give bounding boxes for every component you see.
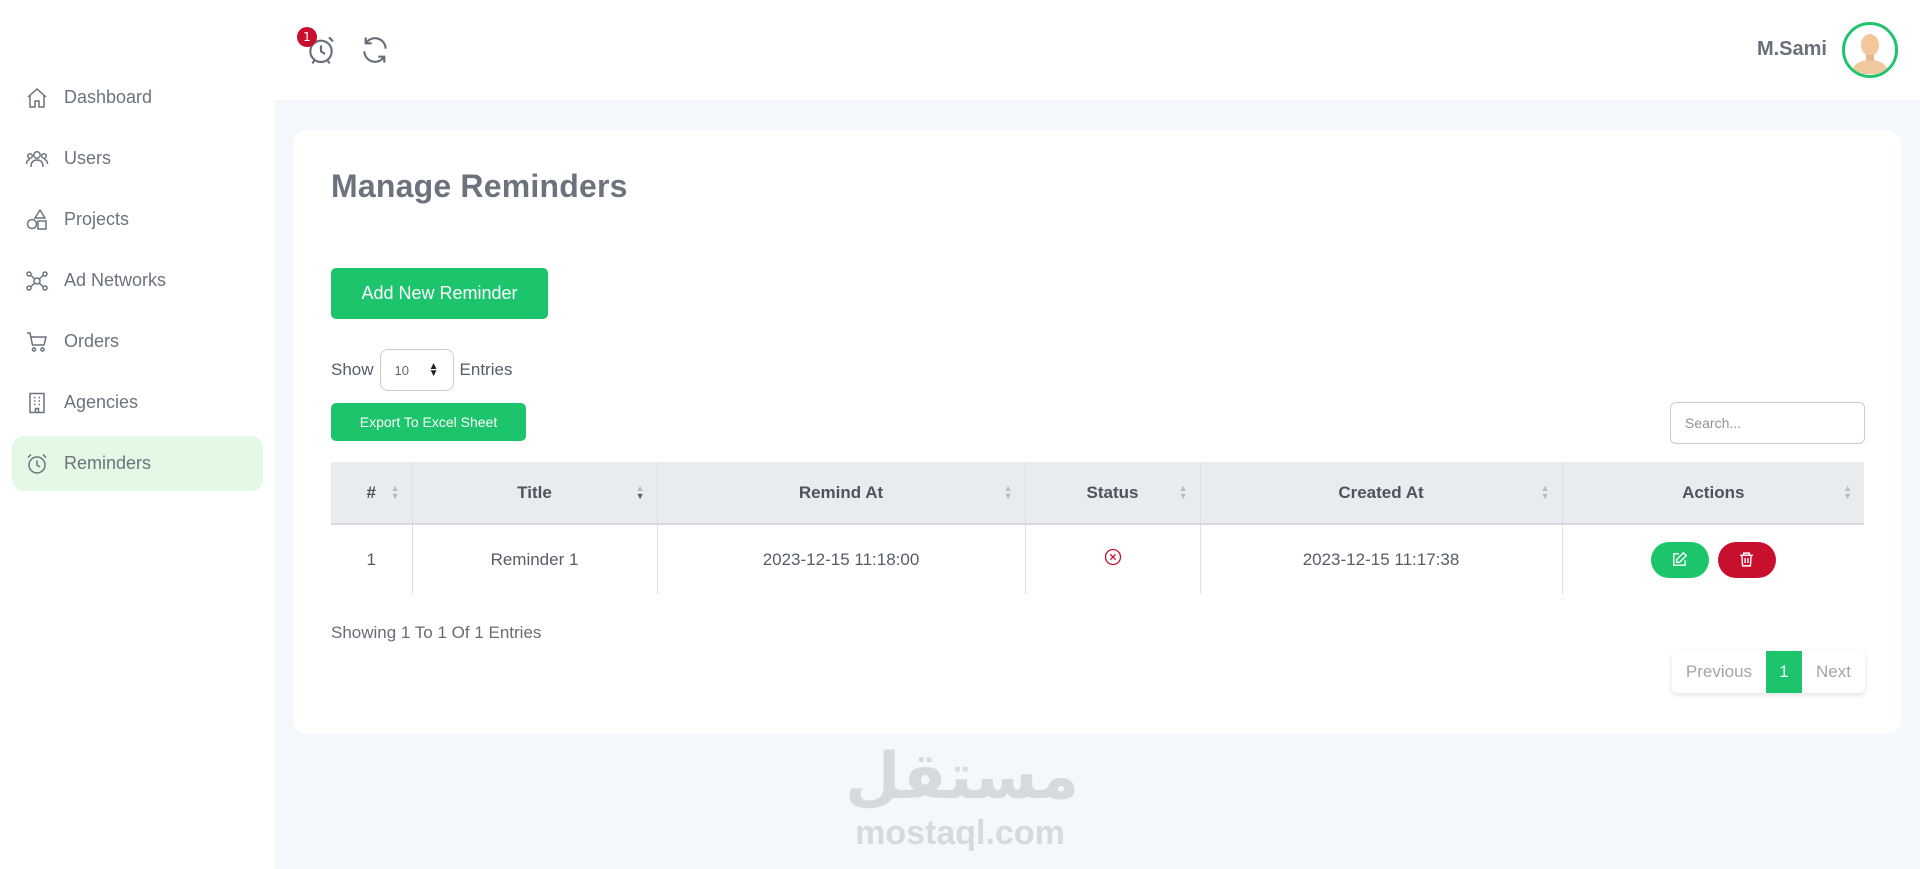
cell-remind-at: 2023-12-15 11:18:00 [656,524,1025,594]
cell-number: 1 [366,549,376,569]
username[interactable]: M.Sami [1757,38,1827,61]
mostaql-watermark: مستقل mostaql.com [845,740,1080,852]
sidebar: Dashboard Users Projects Ad Networks Ord… [0,0,275,869]
export-excel-button[interactable]: Export To Excel Sheet [331,403,526,441]
avatar[interactable] [1842,22,1898,78]
sort-arrows-icon: ▲ ▼ [428,361,439,379]
watermark-latin-text: mostaql.com [855,814,1065,852]
sidebar-item-reminders[interactable]: Reminders [12,436,263,491]
sort-icon: ▲ ▼ [1843,483,1852,501]
sidebar-item-ad-networks[interactable]: Ad Networks [12,253,263,308]
search-input[interactable] [1670,402,1865,444]
users-icon [24,146,50,172]
sidebar-item-label: Agencies [64,392,139,412]
main-card: Manage Reminders Add New Reminder Show 1… [293,130,1901,734]
column-header-actions[interactable]: Actions ▲ ▼ [1561,462,1864,525]
refresh-icon[interactable] [357,32,393,68]
reminders-table: # ▲ ▼ Title ▲ ▼ Remind At ▲ ▼ Status ▲ ▼ Created… [331,462,1864,594]
cart-icon [24,329,50,355]
sidebar-item-dashboard[interactable]: Dashboard [12,70,263,125]
trash-icon [1740,552,1753,567]
sort-icon: ▲ ▼ [635,483,645,501]
sidebar-item-label: Orders [64,331,120,351]
sort-icon: ▲ ▼ [1540,483,1550,501]
sidebar-item-label: Projects [64,209,130,229]
sort-icon: ▲ ▼ [1003,483,1013,501]
pagination-next[interactable]: Next [1802,651,1865,693]
column-header-number[interactable]: # ▲ ▼ [331,462,412,525]
showing-entries-text: Showing 1 To 1 Of 1 Entries [331,623,542,642]
topbar: 1 M.Sami [275,0,1920,100]
edit-button[interactable] [1650,541,1709,578]
cell-created-at: 2023-12-15 11:17:38 [1199,524,1562,594]
show-label: Show [331,360,374,379]
sidebar-item-orders[interactable]: Orders [12,314,263,369]
sidebar-item-label: Dashboard [64,87,153,107]
delete-button[interactable] [1717,541,1776,578]
column-header-title[interactable]: Title ▲ ▼ [411,462,657,525]
sidebar-item-users[interactable]: Users [12,131,263,186]
alarm-clock-icon [24,451,50,477]
cell-status [1024,524,1200,594]
entries-select[interactable]: 10 ▲ ▼ [379,349,454,391]
column-header-status[interactable]: Status ▲ ▼ [1024,462,1200,525]
sort-icon: ▲ ▼ [390,483,400,501]
network-icon [24,268,50,294]
entries-select-value: 10 [394,362,409,378]
sidebar-item-label: Reminders [64,453,152,473]
cell-actions [1561,524,1864,594]
pagination-page-1[interactable]: 1 [1766,651,1803,693]
pagination-previous[interactable]: Previous [1672,651,1766,693]
page-title: Manage Reminders [331,168,628,204]
sidebar-item-projects[interactable]: Projects [12,192,263,247]
sidebar-item-label: Users [64,148,112,168]
home-icon [24,85,50,111]
shapes-icon [24,207,50,233]
column-header-created-at[interactable]: Created At ▲ ▼ [1199,462,1562,525]
entries-selector-row: Show 10 ▲ ▼ Entries [331,349,512,391]
sort-icon: ▲ ▼ [1178,483,1188,501]
add-reminder-button[interactable]: Add New Reminder [331,268,548,319]
sidebar-item-agencies[interactable]: Agencies [12,375,263,430]
entries-label: Entries [459,360,513,379]
watermark-arabic-text: مستقل [845,740,1080,814]
sidebar-item-label: Ad Networks [64,270,167,290]
table-row: 1 Reminder 1 2023-12-15 11:18:00 2023-12… [331,524,1864,594]
column-header-remind-at[interactable]: Remind At ▲ ▼ [656,462,1025,525]
status-x-circle-icon [1104,548,1122,566]
notification-badge: 1 [297,27,317,47]
building-icon [24,390,50,416]
pagination: Previous 1 Next [1671,651,1865,693]
cell-title: Reminder 1 [411,524,657,594]
edit-icon [1673,551,1688,566]
